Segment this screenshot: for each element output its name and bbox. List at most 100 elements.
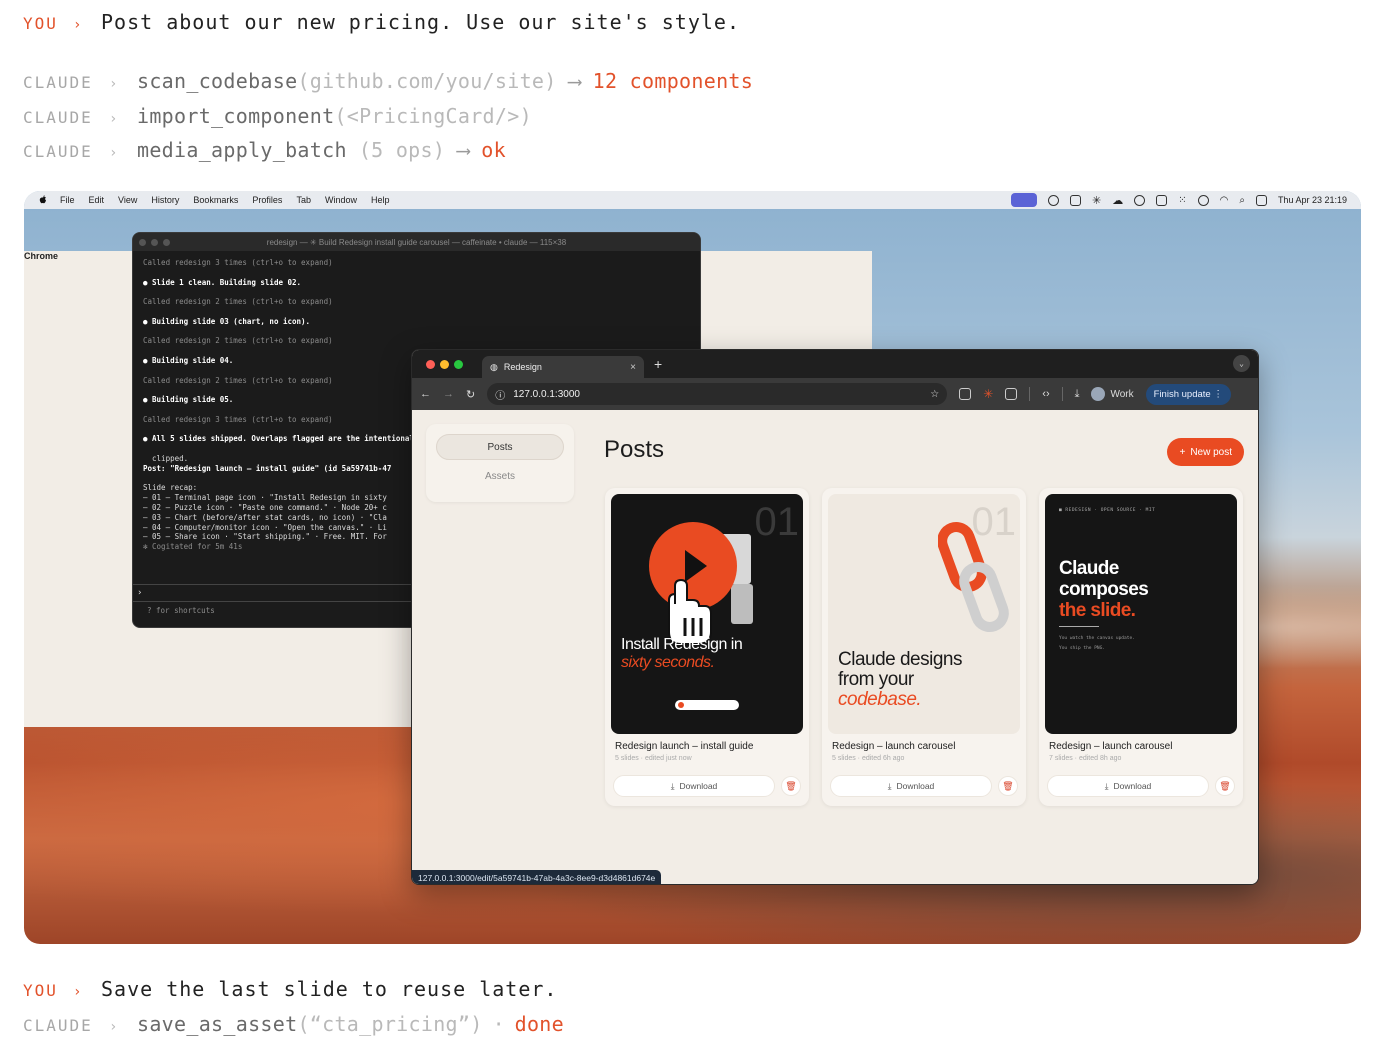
browser-tab-bar: ◍ Redesign × + ⌄ bbox=[412, 350, 1258, 378]
slide-headline-line2: from your bbox=[838, 669, 914, 690]
extension-icon[interactable] bbox=[959, 388, 972, 400]
tool-name: media_apply_batch bbox=[137, 138, 347, 162]
puzzle-icon[interactable] bbox=[1005, 388, 1018, 400]
delete-button[interactable]: 🗑 bbox=[781, 776, 801, 796]
download-label: Download bbox=[896, 781, 935, 791]
delete-button[interactable]: 🗑 bbox=[998, 776, 1018, 796]
profile-button[interactable]: Work bbox=[1091, 387, 1134, 401]
menu-item-profiles[interactable]: Profiles bbox=[252, 195, 282, 205]
chat-line-user-1: YOU › Post about our new pricing. Use ou… bbox=[23, 10, 740, 34]
bookmark-star-icon[interactable]: ☆ bbox=[930, 389, 939, 400]
speaker-label: YOU bbox=[23, 981, 58, 1000]
user-message: Post about our new pricing. Use our site… bbox=[101, 10, 741, 34]
chat-line-user-2: YOU › Save the last slide to reuse later… bbox=[23, 977, 557, 1001]
notch-icon[interactable] bbox=[1156, 194, 1168, 206]
sidebar-item-assets[interactable]: Assets bbox=[436, 464, 564, 490]
wifi-icon[interactable]: ◠ bbox=[1220, 195, 1229, 206]
desktop-screenshot: Chrome File Edit View History Bookmarks … bbox=[24, 191, 1361, 944]
menu-item-history[interactable]: History bbox=[151, 195, 179, 205]
slide-headline: Claude bbox=[1059, 558, 1119, 579]
record-dot-icon bbox=[678, 702, 684, 708]
slide-divider bbox=[1059, 626, 1099, 627]
tool-name: save_as_asset bbox=[137, 1012, 298, 1036]
chevron-right-icon: › bbox=[109, 1019, 118, 1035]
speaker-label: CLAUDE bbox=[23, 108, 93, 127]
browser-tab[interactable]: ◍ Redesign × bbox=[482, 356, 644, 378]
post-card[interactable]: 01 Claude designs from your codebase. Re… bbox=[822, 488, 1026, 806]
slide-thumbnail[interactable]: ■ REDESIGN · OPEN SOURCE · MIT Claude co… bbox=[1045, 494, 1237, 734]
tool-args: (<PricingCard/>) bbox=[334, 104, 532, 128]
vpn-icon[interactable] bbox=[1134, 194, 1146, 206]
arrow-right-icon: ⟶ bbox=[568, 69, 581, 93]
slide-thumbnail[interactable]: 01 Install Redesign in sixty seconds. bbox=[611, 494, 803, 734]
zoom-window-icon[interactable] bbox=[454, 359, 463, 369]
chevron-right-icon: › bbox=[73, 17, 82, 33]
menu-item-tab[interactable]: Tab bbox=[296, 195, 311, 205]
clipboard-icon[interactable] bbox=[1069, 194, 1081, 206]
search-icon[interactable]: ⌕ bbox=[1239, 195, 1245, 206]
slide-headline-line2: composes bbox=[1059, 579, 1149, 600]
close-window-icon[interactable] bbox=[426, 359, 435, 369]
slide-thumbnail[interactable]: 01 Claude designs from your codebase. bbox=[828, 494, 1020, 734]
download-label: Download bbox=[679, 781, 718, 791]
cloud-icon[interactable]: ☁ bbox=[1112, 194, 1123, 207]
slide-tag: ■ REDESIGN · OPEN SOURCE · MIT bbox=[1059, 508, 1156, 513]
download-icon: ⤓ bbox=[670, 780, 675, 791]
toolbar-divider bbox=[1061, 387, 1063, 401]
reload-icon[interactable]: ↻ bbox=[466, 388, 475, 401]
menu-item-window[interactable]: Window bbox=[325, 195, 357, 205]
finish-update-button[interactable]: Finish update ⋮ bbox=[1145, 383, 1231, 405]
new-post-button[interactable]: + New post bbox=[1167, 438, 1244, 466]
menu-bar: Chrome File Edit View History Bookmarks … bbox=[24, 191, 1361, 727]
card-subtitle: 7 slides · edited 8h ago bbox=[1049, 755, 1122, 762]
close-tab-icon[interactable]: × bbox=[630, 362, 636, 373]
terminal-line: ● Slide 1 clean. Building slide 02. bbox=[143, 277, 302, 287]
address-bar[interactable]: ⓘ 127.0.0.1:3000 ☆ bbox=[487, 383, 948, 405]
site-info-icon[interactable]: ⓘ bbox=[495, 387, 505, 402]
post-card[interactable]: 01 Install Redesign in sixty seconds. Re… bbox=[605, 488, 809, 806]
browser-window[interactable]: ◍ Redesign × + ⌄ ← → ↻ ⓘ 127.0.0.1:3000 … bbox=[411, 349, 1259, 885]
trash-icon: 🗑 bbox=[1002, 780, 1014, 791]
sparkle-icon[interactable]: ✳ bbox=[1092, 194, 1101, 207]
page-title: Posts bbox=[604, 436, 665, 463]
post-card[interactable]: ■ REDESIGN · OPEN SOURCE · MIT Claude co… bbox=[1039, 488, 1243, 806]
forward-arrow-icon[interactable]: → bbox=[443, 388, 454, 400]
chevron-right-icon: › bbox=[109, 76, 118, 92]
delete-button[interactable]: 🗑 bbox=[1215, 776, 1235, 796]
speaker-label: YOU bbox=[23, 14, 58, 33]
slide-body-line: You watch the canvas update. bbox=[1059, 636, 1135, 641]
code-icon[interactable]: ‹› bbox=[1042, 388, 1049, 400]
record-icon[interactable] bbox=[1047, 194, 1059, 206]
avatar bbox=[1091, 387, 1106, 401]
menu-item-view[interactable]: View bbox=[118, 195, 137, 205]
tool-args: (5 ops) bbox=[358, 138, 446, 162]
tool-name: scan_codebase bbox=[137, 69, 298, 93]
speaker-label: CLAUDE bbox=[23, 73, 93, 92]
menu-item-edit[interactable]: Edit bbox=[89, 195, 105, 205]
sidebar-item-posts[interactable]: Posts bbox=[436, 434, 564, 460]
minimize-window-icon[interactable] bbox=[440, 359, 449, 369]
download-icon[interactable]: ⤓ bbox=[1075, 388, 1080, 401]
menu-item-bookmarks[interactable]: Bookmarks bbox=[193, 195, 238, 205]
terminal-title-bar[interactable]: redesign — ✳ Build Redesign install guid… bbox=[133, 233, 700, 251]
download-button[interactable]: ⤓ Download bbox=[830, 775, 992, 797]
menu-item-file[interactable]: File bbox=[60, 195, 75, 205]
chevron-down-icon[interactable]: ⌄ bbox=[1233, 355, 1250, 372]
screen-share-icon[interactable] bbox=[1010, 193, 1037, 207]
trash-icon: 🗑 bbox=[1219, 780, 1231, 791]
download-button[interactable]: ⤓ Download bbox=[1047, 775, 1209, 797]
back-arrow-icon[interactable]: ← bbox=[420, 388, 431, 400]
claude-extension-icon[interactable]: ✳ bbox=[983, 387, 993, 401]
apple-icon[interactable] bbox=[38, 195, 48, 205]
download-button[interactable]: ⤓ Download bbox=[613, 775, 775, 797]
new-tab-icon[interactable]: + bbox=[654, 356, 662, 372]
terminal-title: redesign — ✳ Build Redesign install guid… bbox=[266, 237, 567, 247]
tool-result: ok bbox=[481, 138, 506, 162]
grid-icon[interactable]: ⁙ bbox=[1178, 195, 1186, 206]
slide-pill bbox=[675, 700, 739, 710]
menu-item-help[interactable]: Help bbox=[371, 195, 390, 205]
play-icon[interactable] bbox=[1197, 194, 1209, 206]
control-center-icon[interactable] bbox=[1255, 194, 1267, 206]
menu-clock[interactable]: Thu Apr 23 21:19 bbox=[1278, 195, 1347, 205]
tab-title: Redesign bbox=[503, 362, 542, 372]
